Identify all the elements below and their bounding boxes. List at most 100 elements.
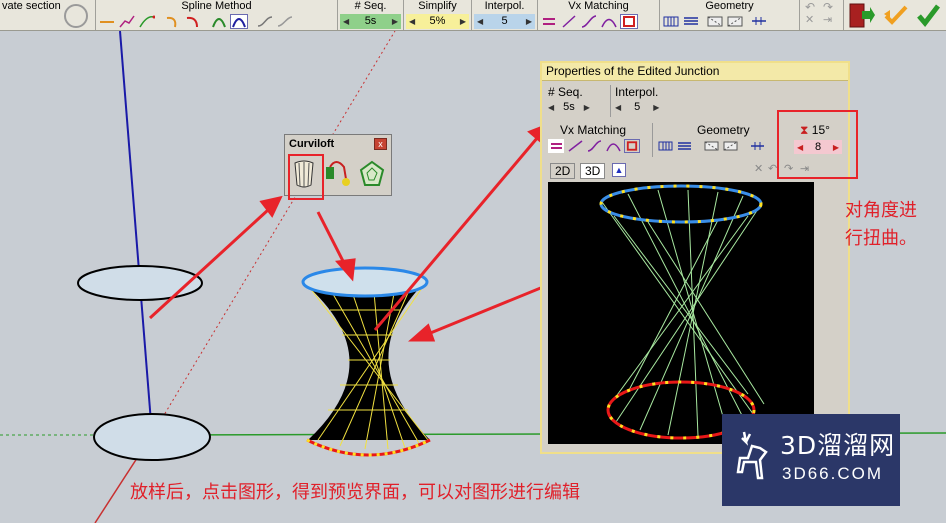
half-circle-icon[interactable] [210, 14, 228, 29]
interpol-increase-icon[interactable]: ▶ [526, 17, 532, 26]
spline-method-group: Spline Method [96, 0, 338, 30]
highlight-loft-icon [288, 154, 324, 200]
seq-decrease-icon[interactable]: ◀ [343, 17, 349, 26]
close-preview-icon[interactable]: ✕ [805, 13, 814, 26]
simplify-decrease-icon[interactable]: ◀ [409, 17, 415, 26]
watermark-line1: 3D溜溜网 [780, 431, 896, 460]
simplify-label: Simplify [418, 0, 457, 12]
props-seq-decrease-icon[interactable]: ◀ [548, 103, 554, 112]
arc-spline-icon[interactable] [164, 14, 182, 29]
validate-icon[interactable] [914, 2, 942, 29]
props-surface-tri-icon[interactable] [722, 139, 738, 153]
props-edges-icon[interactable] [749, 139, 765, 153]
interpol-label: Interpol. [484, 0, 525, 12]
match-square-icon[interactable] [620, 13, 638, 29]
surface-quad-icon[interactable] [706, 14, 724, 29]
tab-2d[interactable]: 2D [550, 163, 576, 179]
props-seq-increase-icon[interactable]: ▶ [584, 103, 590, 112]
vx-matching-label: Vx Matching [568, 0, 629, 12]
geometry-label: Geometry [705, 0, 754, 12]
curve-spline-icon[interactable] [184, 14, 202, 29]
props-grid-horizontal-icon[interactable] [676, 139, 692, 153]
twist-note-line1: 对角度进 [845, 200, 917, 221]
props-vx-matching-group: Vx Matching [548, 123, 650, 157]
seq-group: # Seq. ◀ 5s ▶ [338, 0, 404, 30]
bottom-section-circle [93, 413, 211, 461]
exit-icon[interactable] [848, 2, 876, 29]
props-match-curve-icon[interactable] [586, 139, 602, 153]
s-curve-icon[interactable] [256, 14, 274, 29]
s-curve-alt-icon[interactable] [276, 14, 294, 29]
props-match-arch-icon[interactable] [605, 139, 621, 153]
props-surface-quad-icon[interactable] [703, 139, 719, 153]
props-seq-group: # Seq. ◀ 5s ▶ [548, 85, 603, 117]
interpol-group: Interpol. ◀ 5 ▶ [472, 0, 538, 30]
loft-along-path-icon[interactable] [323, 157, 353, 191]
refresh-icon[interactable] [64, 4, 88, 28]
seq-label: # Seq. [354, 0, 387, 12]
polyline-spline-icon[interactable] [118, 14, 136, 29]
tab-3d[interactable]: 3D [580, 163, 606, 179]
grid-horizontal-icon[interactable] [682, 14, 700, 29]
props-geometry-group: Geometry [652, 123, 782, 157]
simplify-stepper[interactable]: ◀ 5% ▶ [406, 13, 469, 29]
match-arch-icon[interactable] [600, 14, 618, 29]
lofted-shape [301, 266, 431, 457]
interpol-stepper[interactable]: ◀ 5 ▶ [474, 13, 535, 29]
skinning-icon[interactable] [357, 157, 387, 191]
simplify-value: 5% [429, 15, 446, 27]
preview-undo-icon[interactable]: ↶ [768, 162, 777, 175]
interpol-decrease-icon[interactable]: ◀ [477, 17, 483, 26]
half-circle-selected-icon[interactable] [230, 13, 248, 29]
bezier-spline-icon[interactable] [138, 14, 156, 29]
twist-note-line2: 行扭曲。 [845, 228, 917, 249]
watermark: 3D溜溜网 3D66.COM [722, 414, 900, 506]
surface-tri-icon[interactable] [726, 14, 744, 29]
props-interpol-increase-icon[interactable]: ▶ [653, 103, 659, 112]
props-match-square-icon[interactable] [624, 139, 640, 153]
preview-3d-canvas[interactable] [548, 182, 814, 444]
seq-value: 5s [364, 15, 377, 27]
view-up-icon[interactable]: ▲ [612, 163, 626, 177]
match-curve-icon[interactable] [580, 14, 598, 29]
bottom-note: 放样后，点击图形，得到预览界面，可以对图形进行编辑 [130, 482, 580, 503]
top-section-circle [77, 265, 203, 301]
simplify-group: Simplify ◀ 5% ▶ [404, 0, 472, 30]
undo-icon[interactable]: ↶ [805, 0, 815, 14]
props-grid-vertical-icon[interactable] [657, 139, 673, 153]
seq-stepper[interactable]: ◀ 5s ▶ [340, 13, 401, 29]
preview-graphics [599, 184, 765, 440]
deer-logo-icon [736, 431, 768, 480]
blue-axis [119, 30, 153, 436]
section-group: vate section [0, 0, 96, 30]
straight-spline-icon[interactable] [98, 14, 116, 29]
props-geometry-label: Geometry [697, 123, 750, 137]
interpol-value: 5 [501, 15, 508, 27]
edges-icon[interactable] [750, 14, 768, 29]
grid-vertical-icon[interactable] [662, 14, 680, 29]
props-vx-matching-label: Vx Matching [560, 123, 627, 137]
match-diagonal-icon[interactable] [560, 14, 578, 29]
seq-increase-icon[interactable]: ▶ [392, 17, 398, 26]
main-toolbar: vate section Spline Method # Seq. ◀ 5s ▶ S… [0, 0, 946, 31]
preview-close-icon[interactable]: ✕ [754, 162, 763, 175]
undo-group: ↶ ↷ ✕ ⇥ [800, 0, 844, 30]
props-interpol-label: Interpol. [615, 85, 659, 99]
geometry-group: Geometry [660, 0, 800, 30]
watermark-line2: 3D66.COM [782, 464, 884, 483]
props-match-diagonal-icon[interactable] [567, 139, 583, 153]
props-interpol-decrease-icon[interactable]: ◀ [615, 103, 621, 112]
close-icon[interactable]: x [374, 138, 387, 150]
highlight-twist-control [777, 110, 858, 179]
redo-icon[interactable]: ↷ [823, 0, 833, 14]
props-match-equal-icon[interactable] [548, 139, 564, 153]
props-seq-value: 5s [563, 101, 575, 113]
validate-back-icon[interactable] [882, 2, 910, 29]
props-interpol-group: Interpol. ◀ 5 ▶ [610, 85, 674, 117]
skip-icon[interactable]: ⇥ [823, 13, 832, 26]
simplify-increase-icon[interactable]: ▶ [460, 17, 466, 26]
spline-method-label: Spline Method [181, 0, 252, 12]
match-equal-icon[interactable] [540, 14, 558, 29]
vx-matching-group: Vx Matching [538, 0, 660, 30]
properties-title: Properties of the Edited Junction [542, 63, 848, 81]
